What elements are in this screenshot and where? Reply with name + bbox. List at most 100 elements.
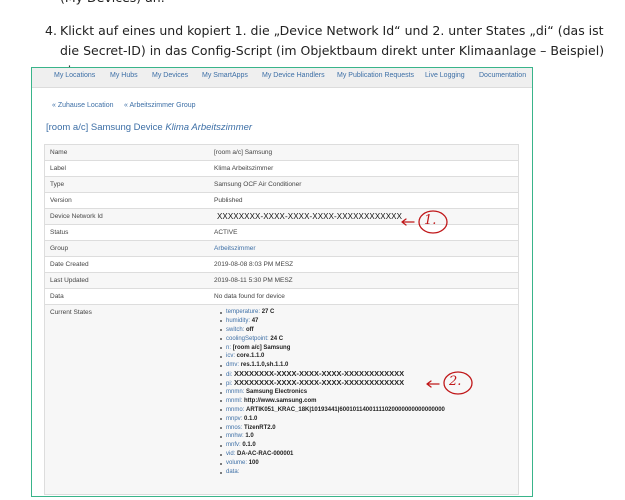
state-item: humidity: 47 xyxy=(220,317,445,326)
row-label: Version xyxy=(50,197,72,204)
row-label: Device Network Id xyxy=(50,213,103,220)
state-key: vid: xyxy=(226,451,236,458)
state-value: [room a/c] Samsung xyxy=(232,344,291,351)
state-key: mnpv: xyxy=(226,415,243,422)
state-value: 47 xyxy=(251,317,259,324)
table-row-current-states: Current States temperature: 27 Chumidity… xyxy=(44,305,519,495)
state-value: 27 C xyxy=(261,309,275,315)
previous-line: (My Devices) an. xyxy=(60,0,165,8)
annotation-2: 2. xyxy=(425,370,475,396)
state-item: mnpv: 0.1.0 xyxy=(220,415,445,424)
nav-my-locations[interactable]: My Locations xyxy=(54,72,95,79)
state-value: 1.0 xyxy=(245,433,254,440)
state-item: mnhw: 1.0 xyxy=(220,432,445,441)
table-row: Date Created 2019-08-08 8:03 PM MESZ xyxy=(44,257,519,273)
state-key: coolingSetpoint: xyxy=(226,335,269,342)
row-value: No data found for device xyxy=(214,293,285,300)
nav-my-hubs[interactable]: My Hubs xyxy=(110,72,138,79)
breadcrumb-location[interactable]: « Zuhause Location xyxy=(52,102,114,109)
status-value: ACTIVE xyxy=(214,229,238,236)
state-value: 0.1.0 xyxy=(244,415,258,422)
annotation-1: 1. xyxy=(400,209,450,235)
state-value: res.1.1.0,sh.1.1.0 xyxy=(240,362,289,369)
nav-documentation[interactable]: Documentation xyxy=(479,72,526,79)
state-value: XXXXXXXX-XXXX-XXXX-XXXX-XXXXXXXXXXXX xyxy=(234,369,405,379)
page-title-prefix: [room a/c] Samsung Device xyxy=(46,122,163,133)
row-label: Name xyxy=(50,149,68,156)
row-label: Last Updated xyxy=(50,277,89,284)
nav-my-publication-requests[interactable]: My Publication Requests xyxy=(337,72,414,79)
row-value: Klima Arbeitszimmer xyxy=(214,165,274,172)
state-value: core.1.1.0 xyxy=(236,353,265,360)
state-key: mnfv: xyxy=(226,442,241,449)
table-row: Label Klima Arbeitszimmer xyxy=(44,161,519,177)
state-key: mnml: xyxy=(226,397,243,404)
table-row: Group Arbeitszimmer xyxy=(44,241,519,257)
state-value: 100 xyxy=(248,460,259,467)
table-row: Name [room a/c] Samsung xyxy=(44,145,519,161)
row-label: Current States xyxy=(50,309,92,316)
state-item: coolingSetpoint: 24 C xyxy=(220,335,445,344)
state-value: TizenRT2.0 xyxy=(244,424,276,431)
state-key: mnos: xyxy=(226,424,243,431)
state-item: volume: 100 xyxy=(220,459,445,468)
nav-my-device-handlers[interactable]: My Device Handlers xyxy=(262,72,325,79)
step-number: 4. xyxy=(45,23,57,38)
nav-my-devices[interactable]: My Devices xyxy=(152,72,188,79)
top-navbar: My Locations My Hubs My Devices My Smart… xyxy=(32,68,532,88)
state-key: di: xyxy=(226,372,233,379)
row-label: Type xyxy=(50,181,65,188)
nav-my-smartapps[interactable]: My SmartApps xyxy=(202,72,248,79)
state-item: mnmn: Samsung Electronics xyxy=(220,388,445,397)
annotation-2-label: 2. xyxy=(449,374,462,389)
row-label: Date Created xyxy=(50,261,89,268)
state-item: icv: core.1.1.0 xyxy=(220,352,445,361)
state-value: 0.1.0 xyxy=(242,442,256,449)
state-value: ARTIK051_KRAC_18K|10193441|6001011400111… xyxy=(246,406,445,413)
group-link[interactable]: Arbeitszimmer xyxy=(214,245,256,252)
annotation-1-label: 1. xyxy=(424,213,437,228)
state-key: pi: xyxy=(226,381,233,388)
state-item: temperature: 27 C xyxy=(220,308,445,317)
state-value: 24 C xyxy=(270,335,284,342)
table-row: Type Samsung OCF Air Conditioner xyxy=(44,177,519,193)
row-value: 2019-08-08 8:03 PM MESZ xyxy=(214,261,294,268)
table-row: Version Published xyxy=(44,193,519,209)
current-states-list: temperature: 27 Chumidity: 47 switch: off… xyxy=(220,308,445,477)
state-item: switch: off xyxy=(220,326,445,335)
row-label: Status xyxy=(50,229,69,236)
row-label: Label xyxy=(50,165,66,172)
page-title-device-name: Klima Arbeitszimmer xyxy=(165,122,253,133)
state-key: mnmn: xyxy=(226,389,245,396)
nav-live-logging[interactable]: Live Logging xyxy=(425,72,465,79)
device-network-id-value: XXXXXXXX-XXXX-XXXX-XXXX-XXXXXXXXXXXX xyxy=(217,212,403,221)
state-item: pi: XXXXXXXX-XXXX-XXXX-XXXX-XXXXXXXXXXXX xyxy=(220,378,445,388)
table-row: Last Updated 2019-08-11 5:30 PM MESZ xyxy=(44,273,519,289)
state-key: mnmo: xyxy=(226,406,245,413)
table-row: Data No data found for device xyxy=(44,289,519,305)
state-item: mnfv: 0.1.0 xyxy=(220,441,445,450)
state-item: mnml: http://www.samsung.com xyxy=(220,397,445,406)
state-item: data: xyxy=(220,468,445,477)
state-key: mnhw: xyxy=(226,433,244,440)
state-value: DA-AC-RAC-000001 xyxy=(237,451,294,458)
state-key: switch: xyxy=(226,326,245,333)
page-title: [room a/c] Samsung Device Klima Arbeitsz… xyxy=(46,122,252,133)
row-value: Published xyxy=(214,197,243,204)
breadcrumb-group[interactable]: « Arbeitszimmer Group xyxy=(124,102,196,109)
state-value: http://www.samsung.com xyxy=(244,397,317,404)
state-key: volume: xyxy=(226,460,248,467)
state-item: mnmo: ARTIK051_KRAC_18K|10193441|6001011… xyxy=(220,406,445,415)
row-value: Samsung OCF Air Conditioner xyxy=(214,181,302,188)
state-key: data: xyxy=(226,469,240,476)
state-item: vid: DA-AC-RAC-000001 xyxy=(220,450,445,459)
state-value: Samsung Electronics xyxy=(246,389,308,396)
state-key: n: xyxy=(226,344,232,351)
state-key: humidity: xyxy=(226,317,251,324)
state-value: off xyxy=(246,326,254,333)
embedded-screenshot: My Locations My Hubs My Devices My Smart… xyxy=(31,67,533,497)
state-item: n: [room a/c] Samsung xyxy=(220,344,445,353)
state-key: dmv: xyxy=(226,362,240,369)
state-key: icv: xyxy=(226,353,235,360)
state-key: temperature: xyxy=(226,309,261,315)
